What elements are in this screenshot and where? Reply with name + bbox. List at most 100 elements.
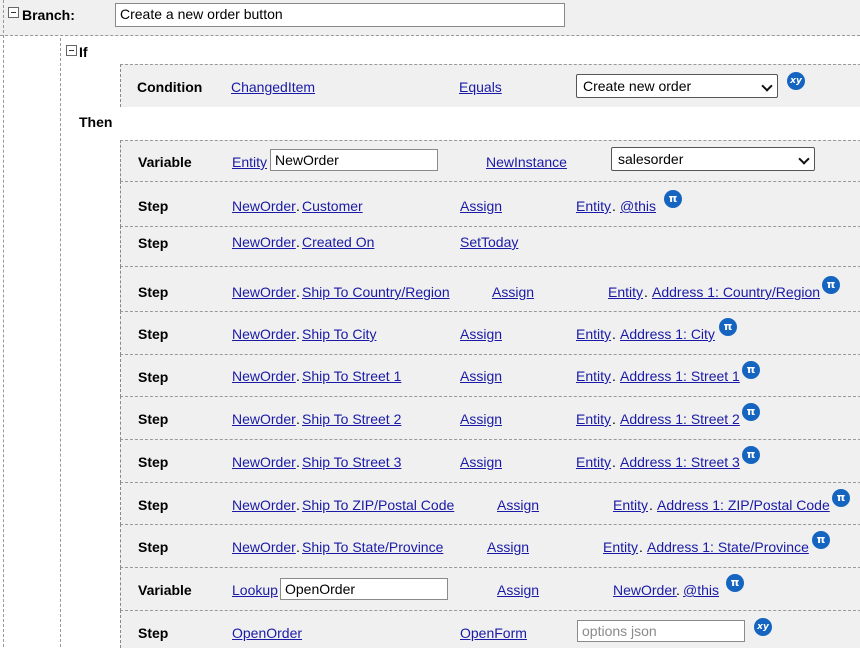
- step-object-link[interactable]: NewOrder: [232, 539, 296, 555]
- variable-source-link[interactable]: NewOrder: [613, 582, 677, 598]
- pi-expression-icon[interactable]: π: [719, 318, 737, 336]
- step-action-link[interactable]: Assign: [460, 368, 502, 384]
- step-source-field-link[interactable]: Address 1: ZIP/Postal Code: [657, 497, 830, 513]
- step-action-link[interactable]: SetToday: [460, 234, 518, 250]
- step-action-link[interactable]: Assign: [492, 284, 534, 300]
- step-row: Step NewOrder . Ship To City Assign Enti…: [120, 311, 860, 355]
- variable-type-link[interactable]: Entity: [232, 154, 267, 170]
- step-field-link[interactable]: Created On: [302, 234, 374, 250]
- pi-expression-icon[interactable]: π: [742, 403, 760, 421]
- step-action-link[interactable]: Assign: [460, 454, 502, 470]
- step-object-link[interactable]: NewOrder: [232, 326, 296, 342]
- step-source-field-link[interactable]: Address 1: Street 2: [620, 411, 740, 427]
- step-action-link[interactable]: Assign: [497, 497, 539, 513]
- condition-value-text: Create new order: [583, 78, 692, 94]
- step-field-link[interactable]: Ship To Country/Region: [302, 284, 450, 300]
- step-source-link[interactable]: Entity: [576, 411, 611, 427]
- step-source-link[interactable]: Entity: [576, 454, 611, 470]
- step-row: Step NewOrder . Ship To Street 3 Assign …: [120, 439, 860, 483]
- step-source-field-link[interactable]: @this: [620, 198, 656, 214]
- step-action-link[interactable]: OpenForm: [460, 625, 527, 641]
- step-field-link[interactable]: Ship To City: [302, 326, 376, 342]
- separator-dot: .: [296, 368, 300, 384]
- step-label: Step: [138, 326, 169, 342]
- options-json-input[interactable]: options json: [577, 620, 745, 642]
- step-source-link[interactable]: Entity: [603, 539, 638, 555]
- variable-label: Variable: [138, 582, 192, 598]
- step-object-link[interactable]: NewOrder: [232, 454, 296, 470]
- outer-guide: [3, 0, 4, 647]
- step-row: Step NewOrder . Ship To Street 2 Assign …: [120, 396, 860, 440]
- pi-expression-icon[interactable]: π: [742, 361, 760, 379]
- step-object-link[interactable]: NewOrder: [232, 284, 296, 300]
- xy-expression-icon[interactable]: xy: [787, 72, 805, 90]
- chevron-down-icon: [798, 153, 810, 165]
- condition-value-select[interactable]: Create new order: [576, 74, 778, 98]
- step-row: Step NewOrder . Ship To Country/Region A…: [120, 266, 860, 312]
- step-label: Step: [138, 625, 169, 641]
- variable-type-link[interactable]: Lookup: [232, 582, 278, 598]
- pi-expression-icon[interactable]: π: [726, 574, 744, 592]
- variable-entity-text: salesorder: [618, 151, 684, 167]
- step-object-link[interactable]: NewOrder: [232, 234, 296, 250]
- step-field-link[interactable]: Ship To Street 3: [302, 454, 401, 470]
- condition-field-link[interactable]: ChangedItem: [231, 79, 315, 95]
- step-object-link[interactable]: NewOrder: [232, 198, 296, 214]
- step-action-link[interactable]: Assign: [460, 411, 502, 427]
- if-collapse-toggle[interactable]: [66, 45, 77, 56]
- step-source-field-link[interactable]: Address 1: State/Province: [647, 539, 809, 555]
- step-row: Step NewOrder . Ship To State/Province A…: [120, 524, 860, 568]
- separator-dot: .: [296, 539, 300, 555]
- variable-source-field-link[interactable]: @this: [683, 582, 719, 598]
- step-source-field-link[interactable]: Address 1: Street 3: [620, 454, 740, 470]
- separator-dot: .: [612, 198, 616, 214]
- if-label: If: [79, 44, 88, 60]
- pi-expression-icon[interactable]: π: [742, 446, 760, 464]
- separator-dot: .: [296, 284, 300, 300]
- step-row: Step NewOrder . Customer Assign Entity .…: [120, 181, 860, 227]
- step-field-link[interactable]: Ship To ZIP/Postal Code: [302, 497, 454, 513]
- pi-expression-icon[interactable]: π: [664, 190, 682, 208]
- variable-action-link[interactable]: NewInstance: [486, 154, 567, 170]
- step-object-link[interactable]: NewOrder: [232, 497, 296, 513]
- step-action-link[interactable]: Assign: [487, 539, 529, 555]
- step-source-field-link[interactable]: Address 1: Street 1: [620, 368, 740, 384]
- variable-name-input[interactable]: NewOrder: [270, 149, 438, 171]
- step-label: Step: [138, 284, 169, 300]
- step-action-link[interactable]: Assign: [460, 326, 502, 342]
- variable-name-input[interactable]: OpenOrder: [280, 578, 448, 600]
- condition-operator-link[interactable]: Equals: [459, 79, 502, 95]
- pi-expression-icon[interactable]: π: [822, 276, 840, 294]
- step-row-openform: Step OpenOrder OpenForm options json xy: [120, 610, 860, 648]
- branch-name-input[interactable]: Create a new order button: [115, 3, 565, 27]
- step-row: Step NewOrder . Ship To Street 1 Assign …: [120, 354, 860, 397]
- step-action-link[interactable]: Assign: [460, 198, 502, 214]
- step-source-link[interactable]: Entity: [576, 368, 611, 384]
- step-field-link[interactable]: Customer: [302, 198, 363, 214]
- variable-action-link[interactable]: Assign: [497, 582, 539, 598]
- xy-expression-icon[interactable]: xy: [754, 618, 772, 636]
- branch-collapse-toggle[interactable]: [8, 7, 19, 18]
- step-source-field-link[interactable]: Address 1: Country/Region: [652, 284, 820, 300]
- separator-dot: .: [296, 497, 300, 513]
- separator-dot: .: [296, 411, 300, 427]
- step-object-link[interactable]: OpenOrder: [232, 625, 302, 641]
- step-object-link[interactable]: NewOrder: [232, 411, 296, 427]
- step-source-link[interactable]: Entity: [608, 284, 643, 300]
- pi-expression-icon[interactable]: π: [832, 489, 850, 507]
- step-source-link[interactable]: Entity: [613, 497, 648, 513]
- pi-expression-icon[interactable]: π: [812, 531, 830, 549]
- separator-dot: .: [612, 368, 616, 384]
- step-field-link[interactable]: Ship To State/Province: [302, 539, 443, 555]
- variable-row-openorder: Variable Lookup OpenOrder Assign NewOrde…: [120, 567, 860, 611]
- step-source-link[interactable]: Entity: [576, 198, 611, 214]
- step-field-link[interactable]: Ship To Street 1: [302, 368, 401, 384]
- separator-dot: .: [296, 454, 300, 470]
- step-source-link[interactable]: Entity: [576, 326, 611, 342]
- branch-label: Branch:: [22, 7, 75, 23]
- step-object-link[interactable]: NewOrder: [232, 368, 296, 384]
- step-source-field-link[interactable]: Address 1: City: [620, 326, 715, 342]
- if-guide: [60, 38, 61, 647]
- variable-entity-select[interactable]: salesorder: [611, 147, 815, 171]
- step-field-link[interactable]: Ship To Street 2: [302, 411, 401, 427]
